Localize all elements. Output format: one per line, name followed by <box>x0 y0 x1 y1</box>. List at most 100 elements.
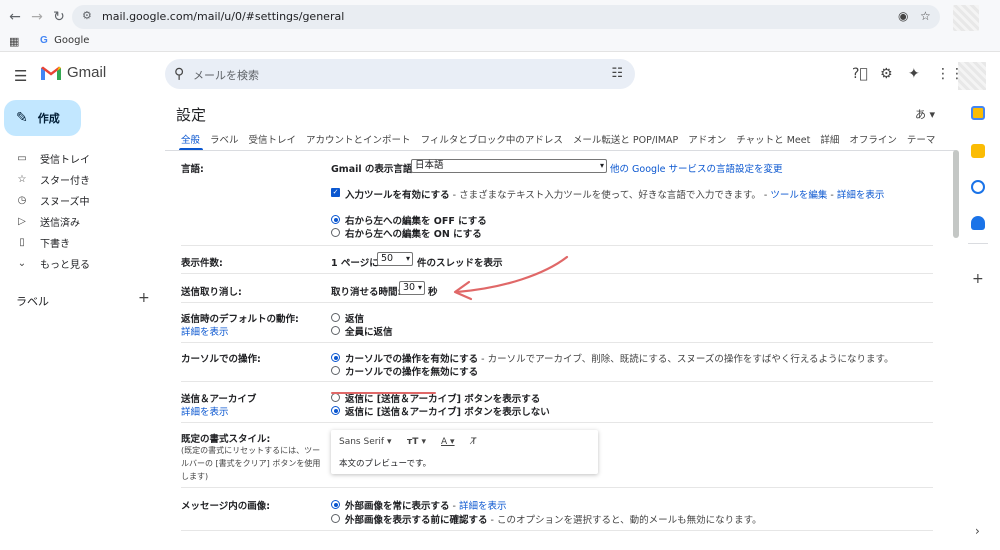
tab-forwarding[interactable]: メール転送と POP/IMAP <box>573 132 678 146</box>
search-options-icon[interactable]: ☷ <box>611 66 623 81</box>
site-info-icon[interactable]: ⚙ <box>82 9 96 23</box>
add-label-icon[interactable]: + <box>138 290 150 306</box>
tab-labels[interactable]: ラベル <box>210 132 239 146</box>
row-divider <box>181 342 933 343</box>
browser-profile-avatar[interactable] <box>953 5 979 31</box>
nav-item-inbox[interactable]: ▭ 受信トレイ <box>16 149 90 167</box>
display-language-select[interactable]: 日本語 ▾ <box>411 159 607 173</box>
text-color-icon[interactable]: A ▾ <box>441 437 455 447</box>
contacts-icon[interactable] <box>971 216 985 230</box>
expand-panel-icon[interactable]: › <box>975 524 980 538</box>
annotation-arrow-icon <box>453 255 569 301</box>
hover-enable-radio[interactable] <box>331 353 340 362</box>
address-bar[interactable]: ⚙ mail.google.com/mail/u/0/#settings/gen… <box>72 5 940 29</box>
font-size-icon[interactable]: тT ▾ <box>407 437 426 447</box>
search-bar[interactable]: ⚲ メールを検索 ☷ <box>165 59 635 89</box>
nav-item-more[interactable]: ⌄ もっと見る <box>16 254 90 272</box>
send-archive-details-link[interactable]: 詳細を表示 <box>181 404 229 418</box>
forward-icon[interactable]: → <box>28 8 46 26</box>
calendar-icon[interactable] <box>971 106 985 120</box>
reply-all-label: 全員に返信 <box>345 327 393 338</box>
nav-item-starred[interactable]: ☆ スター付き <box>16 170 90 188</box>
input-tools-desc: - さまざまなテキスト入力ツールを使って、好きな言語で入力できます。 - <box>449 190 771 201</box>
back-icon[interactable]: ← <box>6 8 24 26</box>
bookmark-google[interactable]: G Google <box>40 35 89 46</box>
row-divider <box>181 381 933 382</box>
input-tools-checkbox[interactable]: ✓ <box>331 188 340 197</box>
tab-general[interactable]: 全般 <box>181 132 200 146</box>
send-archive-label: 送信＆アーカイブ <box>181 394 257 405</box>
tasks-icon[interactable] <box>971 180 985 194</box>
edit-tools-link[interactable]: ツールを編集 <box>770 190 827 201</box>
apps-grid-icon[interactable]: ▦ <box>9 35 19 48</box>
get-addons-icon[interactable]: + <box>972 271 984 287</box>
hover-actions-label: カーソルでの操作: <box>181 354 261 365</box>
tab-addons[interactable]: アドオン <box>688 132 726 146</box>
tab-chat-meet[interactable]: チャットと Meet <box>736 132 810 146</box>
tab-inbox[interactable]: 受信トレイ <box>249 132 297 146</box>
row-divider <box>181 245 933 246</box>
images-details-link[interactable]: 詳細を表示 <box>459 501 507 512</box>
nav-item-snoozed[interactable]: ◷ スヌーズ中 <box>16 191 90 209</box>
gmail-logo[interactable]: Gmail <box>40 64 106 81</box>
undo-send-label: 送信取り消し: <box>181 287 242 298</box>
rtl-off-radio[interactable] <box>331 215 340 224</box>
tab-accounts[interactable]: アカウントとインポート <box>306 132 411 146</box>
gemini-sparkle-icon[interactable]: ✦ <box>908 66 920 82</box>
images-label: メッセージ内の画像: <box>181 501 271 512</box>
send-archive-show-radio[interactable] <box>331 393 340 402</box>
other-services-language-link[interactable]: 他の Google サービスの言語設定を変更 <box>610 161 783 175</box>
google-g-icon: G <box>40 35 48 46</box>
undo-send-value: 30 <box>403 282 416 293</box>
images-ask-radio[interactable] <box>331 514 340 523</box>
compose-label: 作成 <box>37 112 60 125</box>
send-archive-hide-radio[interactable] <box>331 406 340 415</box>
text-style-preview[interactable]: 本文のプレビューです。 <box>339 457 431 469</box>
clear-formatting-icon[interactable]: T̸ <box>471 437 477 447</box>
tab-advanced[interactable]: 詳細 <box>820 132 839 146</box>
page-size-select[interactable]: 50 ▾ <box>377 252 413 266</box>
hover-disable-radio[interactable] <box>331 366 340 375</box>
reload-icon[interactable]: ↻ <box>50 8 68 26</box>
images-always-radio[interactable] <box>331 500 340 509</box>
annotation-underline <box>331 392 436 394</box>
reply-default-details-link[interactable]: 詳細を表示 <box>181 324 229 338</box>
bookmark-star-icon[interactable]: ☆ <box>920 9 931 23</box>
scrollbar[interactable] <box>953 150 959 238</box>
browser-toolbar: ← → ↻ ⚙ mail.google.com/mail/u/0/#settin… <box>0 0 1000 52</box>
text-style-label: 既定の書式スタイル: <box>181 434 271 445</box>
compose-button[interactable]: ✎ 作成 <box>4 100 81 136</box>
hover-disable-label: カーソルでの操作を無効にする <box>345 367 479 378</box>
tab-offline[interactable]: オフライン <box>849 132 897 146</box>
rtl-off-label: 右から左への編集を OFF にする <box>345 216 487 227</box>
search-icon[interactable]: ⚲ <box>174 66 184 82</box>
tab-themes[interactable]: テーマ <box>907 132 936 146</box>
nav-item-sent[interactable]: ▷ 送信済み <box>16 212 80 230</box>
page-size-value: 50 <box>381 253 394 264</box>
keep-icon[interactable] <box>971 144 985 158</box>
reply-all-radio[interactable] <box>331 326 340 335</box>
help-icon[interactable]: ?⃝ <box>852 66 868 82</box>
eye-icon[interactable]: ◉ <box>898 9 908 23</box>
details-link[interactable]: 詳細を表示 <box>837 190 885 201</box>
clock-icon: ◷ <box>17 194 27 206</box>
page-size-prefix: 1 ページに <box>331 258 379 269</box>
draft-icon: ▯ <box>19 236 25 248</box>
page-title: 設定 <box>176 106 207 124</box>
tab-filters[interactable]: フィルタとブロック中のアドレス <box>421 132 563 146</box>
language-label: 言語: <box>181 164 204 175</box>
reply-radio[interactable] <box>331 313 340 322</box>
rtl-on-radio[interactable] <box>331 228 340 237</box>
pencil-icon: ✎ <box>16 110 28 126</box>
account-avatar[interactable] <box>958 62 986 90</box>
undo-send-select[interactable]: 30 ▾ <box>399 281 425 295</box>
row-divider <box>181 487 933 488</box>
nav-item-drafts[interactable]: ▯ 下書き <box>16 233 70 251</box>
inbox-icon: ▭ <box>17 152 27 164</box>
main-menu-icon[interactable]: ☰ <box>14 67 27 85</box>
input-tools-toggle[interactable]: あ ▾ <box>915 106 935 122</box>
url-text: mail.google.com/mail/u/0/#settings/gener… <box>102 10 345 23</box>
font-select[interactable]: Sans Serif ▾ <box>339 437 392 447</box>
settings-gear-icon[interactable]: ⚙ <box>880 66 893 82</box>
text-style-note: (既定の書式にリセットするには、ツールバーの [書式をクリア] ボタンを使用しま… <box>181 446 321 481</box>
